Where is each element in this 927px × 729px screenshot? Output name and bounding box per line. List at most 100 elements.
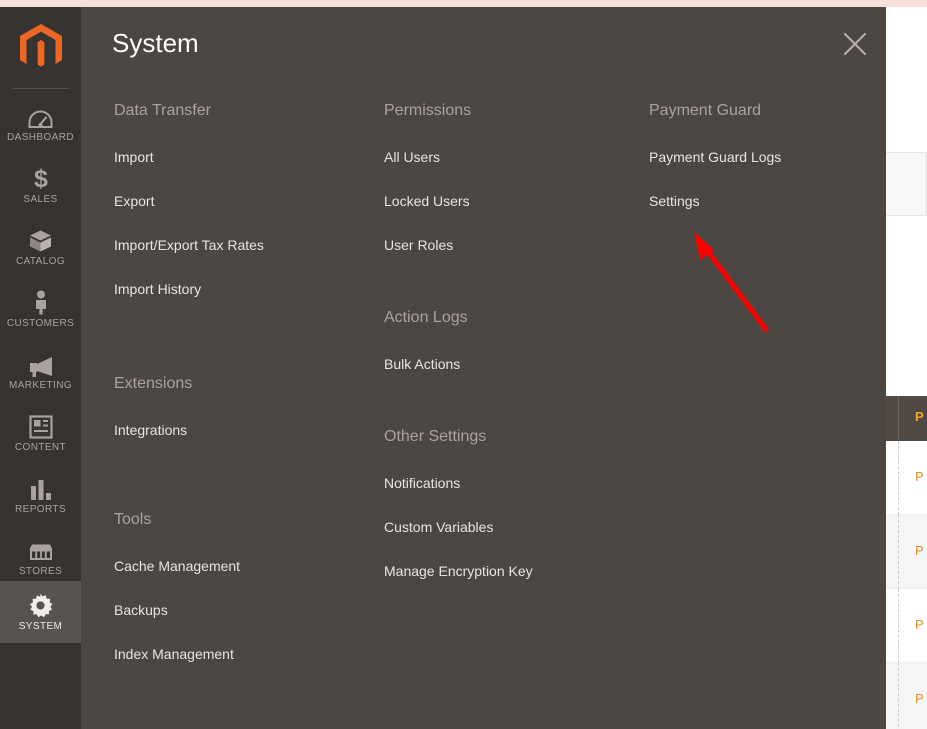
dashboard-gauge-icon [28, 103, 54, 129]
menu-item[interactable]: Import [112, 150, 382, 164]
menu-group-data-transfer: Data Transfer Import Export Import/Expor… [112, 103, 382, 297]
menu-link-import-history[interactable]: Import History [112, 282, 382, 296]
magento-logo[interactable] [0, 17, 81, 79]
megaphone-icon [28, 351, 54, 377]
system-menu-panel: System Data Transfer Import Export Impor… [81, 7, 886, 729]
row-divider [898, 441, 899, 515]
sidebar-item-dashboard[interactable]: DASHBOARD [0, 92, 81, 154]
top-accent-strip [0, 0, 927, 7]
menu-group-tools: Tools Cache Management Backups Index Man… [112, 511, 382, 662]
menu-item[interactable]: Backups [112, 603, 382, 617]
sidebar-item-label: REPORTS [15, 504, 66, 515]
sidebar-item-reports[interactable]: REPORTS [0, 464, 81, 526]
menu-group-title: Other Settings [384, 428, 487, 445]
box-icon [28, 227, 54, 253]
menu-item[interactable]: Manage Encryption Key [382, 564, 647, 578]
menu-column-three: Payment Guard Payment Guard Logs Setting… [647, 103, 886, 209]
menu-group-links: All Users Locked Users User Roles [382, 150, 647, 252]
sidebar-item-sales[interactable]: $ SALES [0, 154, 81, 216]
table-cell: P [915, 691, 924, 706]
menu-link-user-roles[interactable]: User Roles [382, 238, 647, 252]
sidebar-item-system[interactable]: SYSTEM [0, 581, 81, 643]
svg-text:$: $ [34, 165, 48, 191]
close-button[interactable] [832, 21, 878, 67]
sidebar-item-catalog[interactable]: CATALOG [0, 216, 81, 278]
sidebar-item-content[interactable]: CONTENT [0, 402, 81, 464]
table-cell: P [915, 543, 924, 558]
menu-item[interactable]: Index Management [112, 647, 382, 661]
menu-link-settings[interactable]: Settings [647, 194, 886, 208]
menu-link-payment-guard-logs[interactable]: Payment Guard Logs [647, 150, 886, 164]
menu-link-locked-users[interactable]: Locked Users [382, 194, 647, 208]
sidebar-item-customers[interactable]: CUSTOMERS [0, 278, 81, 340]
menu-item[interactable]: Import History [112, 282, 382, 296]
menu-link-import-export-tax-rates[interactable]: Import/Export Tax Rates [112, 238, 382, 252]
gear-icon [28, 592, 54, 618]
table-cell: P [915, 469, 924, 484]
sidebar-item-marketing[interactable]: MARKETING [0, 340, 81, 402]
menu-group-other-settings: Other Settings Notifications Custom Vari… [382, 428, 647, 579]
sidebar-item-label: SYSTEM [18, 621, 63, 632]
menu-item[interactable]: Bulk Actions [382, 357, 647, 371]
menu-item[interactable]: Cache Management [112, 559, 382, 573]
menu-group-links: Bulk Actions [382, 357, 647, 371]
table-cell: P [915, 617, 924, 632]
bar-chart-icon [28, 475, 54, 501]
menu-link-integrations[interactable]: Integrations [112, 423, 382, 437]
sidebar-item-label: SALES [23, 194, 58, 205]
menu-link-custom-variables[interactable]: Custom Variables [382, 520, 647, 534]
menu-link-import[interactable]: Import [112, 150, 382, 164]
sidebar-item-label: DASHBOARD [7, 132, 74, 143]
menu-group-title: Extensions [114, 375, 193, 392]
menu-item[interactable]: All Users [382, 150, 647, 164]
menu-group-extensions: Extensions Integrations [112, 375, 382, 438]
menu-group-links: Integrations [112, 423, 382, 437]
menu-group-payment-guard: Payment Guard Payment Guard Logs Setting… [647, 103, 886, 209]
menu-link-all-users[interactable]: All Users [382, 150, 647, 164]
menu-link-notifications[interactable]: Notifications [382, 476, 647, 490]
menu-group-title: Tools [114, 511, 152, 528]
sidebar-item-stores[interactable]: STORES [0, 526, 81, 588]
menu-item[interactable]: User Roles [382, 238, 647, 252]
menu-group-action-logs: Action Logs Bulk Actions [382, 309, 647, 372]
sidebar-item-label: CONTENT [14, 442, 67, 453]
admin-sidebar: DASHBOARD $ SALES CATALOG CUSTOMERS MARK… [0, 7, 81, 729]
menu-link-export[interactable]: Export [112, 194, 382, 208]
menu-link-manage-encryption-key[interactable]: Manage Encryption Key [382, 564, 647, 578]
menu-item[interactable]: Payment Guard Logs [647, 150, 886, 164]
menu-group-links: Payment Guard Logs Settings [647, 150, 886, 208]
menu-item[interactable]: Settings [647, 194, 886, 208]
dollar-sign-icon: $ [28, 165, 54, 191]
row-divider [898, 589, 899, 663]
layout-page-icon [28, 413, 54, 439]
menu-item[interactable]: Locked Users [382, 194, 647, 208]
row-divider [898, 663, 899, 729]
menu-item[interactable]: Export [112, 194, 382, 208]
row-divider [898, 515, 899, 589]
menu-item[interactable]: Notifications [382, 476, 647, 490]
menu-column-two: Permissions All Users Locked Users User … [382, 103, 647, 579]
menu-group-title: Action Logs [384, 309, 468, 326]
table-header-divider [898, 396, 899, 441]
app-root: P P P P P DASHBOARD $ SALES CATALOG CUST… [0, 0, 927, 729]
menu-group-links: Cache Management Backups Index Managemen… [112, 559, 382, 661]
menu-item[interactable]: Import/Export Tax Rates [112, 238, 382, 252]
menu-link-backups[interactable]: Backups [112, 603, 382, 617]
magento-logo-icon [18, 23, 64, 73]
menu-group-permissions: Permissions All Users Locked Users User … [382, 103, 647, 253]
sidebar-item-label: MARKETING [8, 380, 73, 391]
menu-group-links: Notifications Custom Variables Manage En… [382, 476, 647, 578]
sidebar-item-label: STORES [18, 566, 63, 577]
menu-item[interactable]: Integrations [112, 423, 382, 437]
menu-column-one: Data Transfer Import Export Import/Expor… [112, 103, 382, 662]
menu-link-cache-management[interactable]: Cache Management [112, 559, 382, 573]
person-icon [28, 289, 54, 315]
storefront-icon [28, 537, 54, 563]
close-x-icon [843, 32, 867, 56]
menu-link-bulk-actions[interactable]: Bulk Actions [382, 357, 647, 371]
sidebar-divider [12, 88, 69, 89]
table-header-cell: P [915, 409, 924, 424]
sidebar-item-label: CUSTOMERS [6, 318, 75, 329]
menu-item[interactable]: Custom Variables [382, 520, 647, 534]
menu-link-index-management[interactable]: Index Management [112, 647, 382, 661]
